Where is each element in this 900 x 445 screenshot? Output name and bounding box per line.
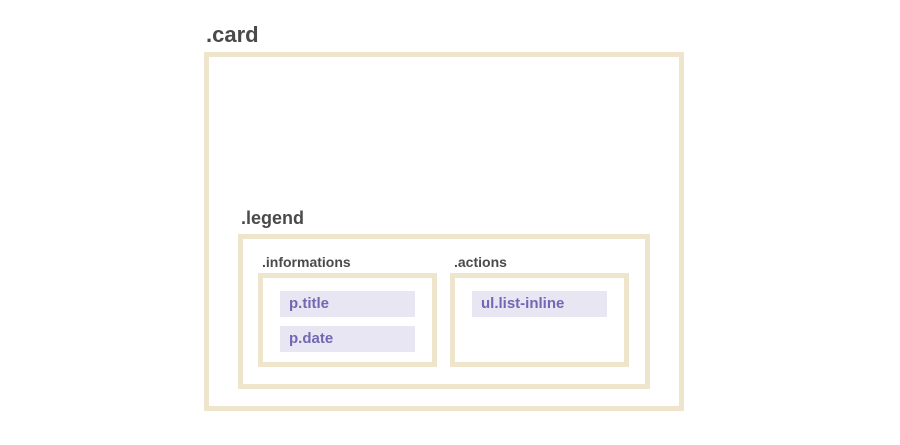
actions-box bbox=[450, 273, 629, 367]
actions-item-list-inline: ul.list-inline bbox=[472, 291, 607, 317]
informations-item-date: p.date bbox=[280, 326, 415, 352]
informations-item-title: p.title bbox=[280, 291, 415, 317]
informations-label: .informations bbox=[262, 254, 351, 270]
legend-label: .legend bbox=[241, 208, 305, 228]
card-label: .card bbox=[206, 22, 259, 47]
actions-label: .actions bbox=[454, 254, 507, 270]
informations-box bbox=[258, 273, 437, 367]
